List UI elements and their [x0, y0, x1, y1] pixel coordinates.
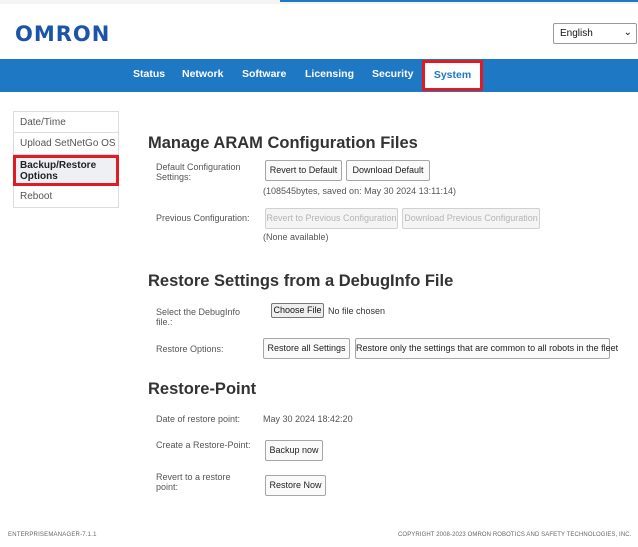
backup-now-button[interactable]: Backup now: [265, 440, 323, 461]
restore-now-button[interactable]: Restore Now: [265, 475, 326, 496]
nav-tab-system[interactable]: System: [422, 60, 483, 91]
version-label: ENTERPRISEMANAGER-7.1.1: [8, 532, 97, 538]
restore-options-label: Restore Options:: [156, 344, 224, 354]
choose-file-button[interactable]: Choose File: [271, 303, 324, 318]
nav-tab-licensing[interactable]: Licensing: [305, 59, 354, 92]
restore-common-settings-button[interactable]: Restore only the settings that are commo…: [355, 338, 618, 359]
download-default-button[interactable]: Download Default: [346, 160, 430, 181]
main-nav: Status Network Software Licensing Securi…: [0, 59, 638, 92]
nav-tab-status[interactable]: Status: [133, 59, 165, 92]
revert-to-default-button[interactable]: Revert to Default: [265, 160, 342, 181]
sidebar-item-reboot[interactable]: Reboot: [13, 186, 119, 208]
revert-to-previous-button[interactable]: Revert to Previous Configuration: [265, 208, 398, 229]
restore-all-settings-button[interactable]: Restore all Settings: [263, 338, 350, 359]
revert-restore-point-label: Revert to a restore point:: [156, 472, 231, 492]
create-restore-point-label: Create a Restore-Point:: [156, 440, 251, 450]
restore-point-section-title: Restore-Point: [148, 380, 257, 398]
top-border: [0, 0, 638, 4]
copyright-text: COPYRIGHT 2008-2023 OMRON ROBOTICS AND S…: [398, 532, 632, 538]
chevron-down-icon: ⌄: [623, 27, 632, 38]
default-config-label: Default Configuration Settings:: [156, 162, 241, 182]
language-select[interactable]: English ⌄: [553, 23, 637, 44]
sidebar: Date/Time Upload SetNetGo OS Backup/Rest…: [13, 111, 119, 208]
previous-config-info: (None available): [263, 232, 329, 242]
nav-tab-software[interactable]: Software: [242, 59, 286, 92]
select-debuginfo-label: Select the DebugInfo file.:: [156, 307, 241, 327]
previous-config-label: Previous Configuration:: [156, 213, 250, 223]
debuginfo-section-title: Restore Settings from a DebugInfo File: [148, 272, 454, 290]
aram-section-title: Manage ARAM Configuration Files: [148, 134, 418, 152]
default-config-info: (108545bytes, saved on: May 30 2024 13:1…: [263, 186, 456, 196]
language-selected-value: English: [560, 28, 593, 39]
sidebar-item-upload-setnetgo-os[interactable]: Upload SetNetGo OS: [13, 133, 119, 155]
top-accent-line: [280, 0, 638, 2]
download-previous-button[interactable]: Download Previous Configuration: [402, 208, 540, 229]
nav-tab-security[interactable]: Security: [372, 59, 413, 92]
sidebar-item-date-time[interactable]: Date/Time: [13, 111, 119, 133]
nav-tab-network[interactable]: Network: [182, 59, 223, 92]
restore-point-date-label: Date of restore point:: [156, 414, 241, 424]
restore-point-date-value: May 30 2024 18:42:20: [263, 414, 353, 424]
omron-logo: OMRON: [15, 22, 111, 46]
sidebar-item-backup-restore-options[interactable]: Backup/Restore Options: [13, 155, 119, 186]
file-chosen-status: No file chosen: [328, 306, 386, 316]
